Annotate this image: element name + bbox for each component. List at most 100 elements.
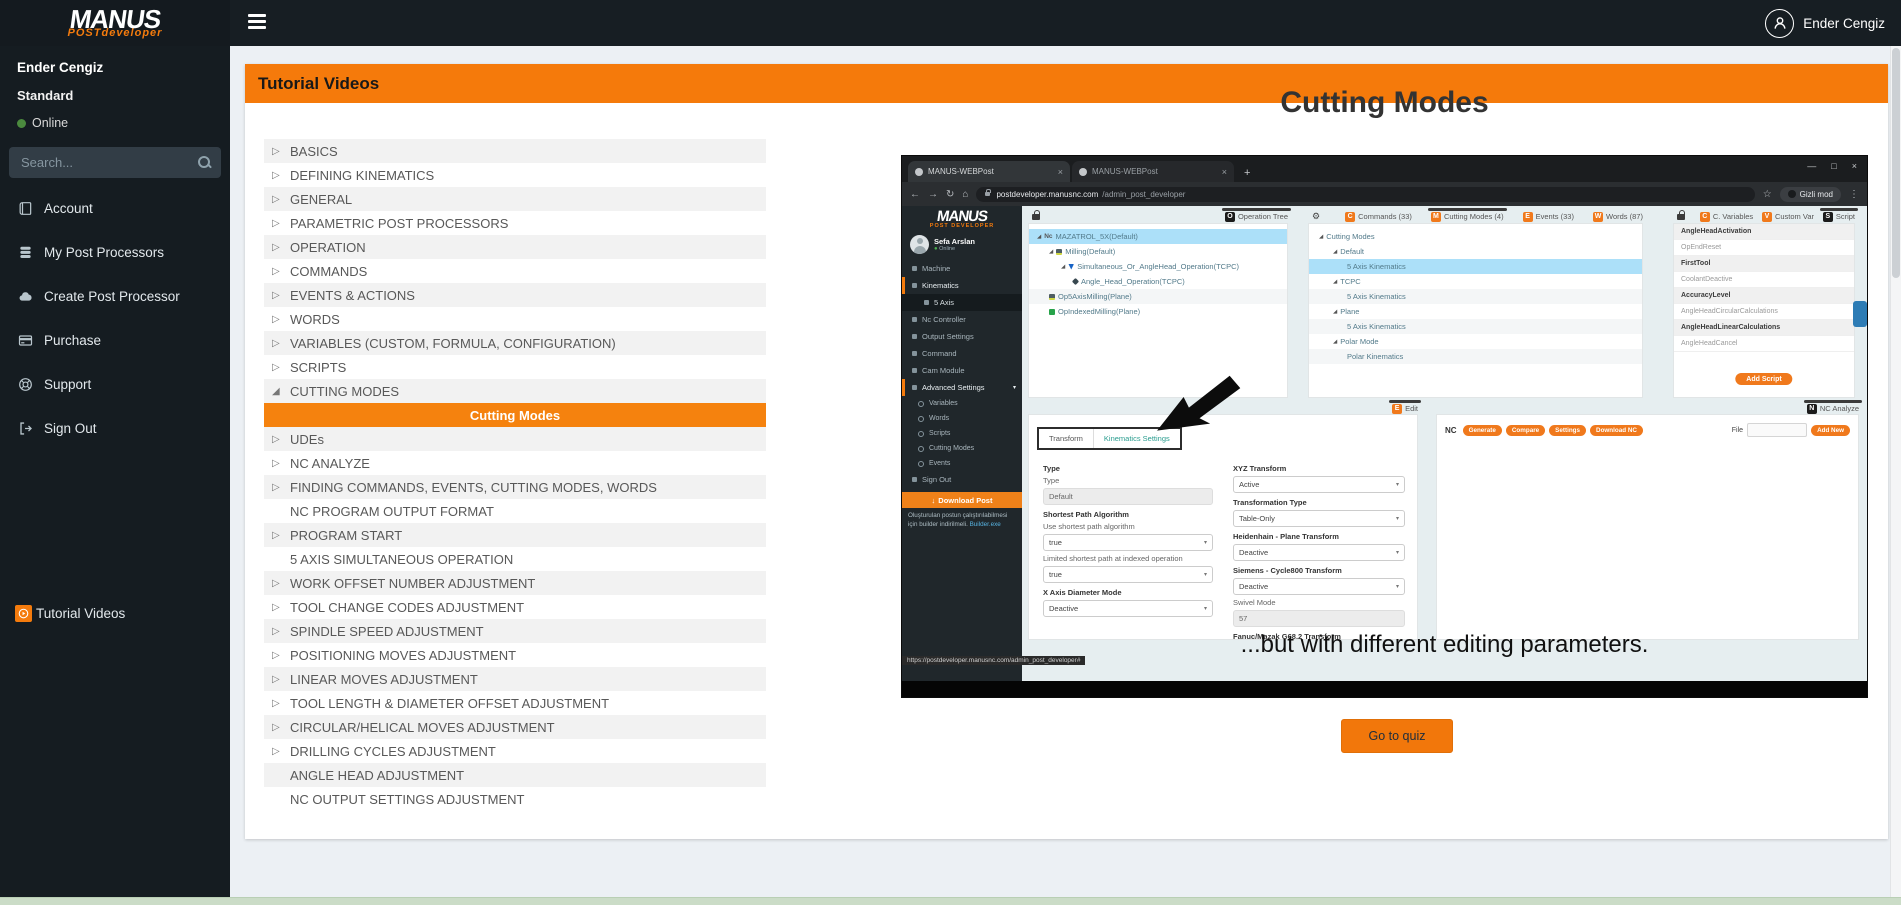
tutorial-topic-row[interactable]: ▷UDEs <box>264 427 766 451</box>
tutorial-topic-row[interactable]: ▷PROGRAM START <box>264 523 766 547</box>
topic-label: 5 AXIS SIMULTANEOUS OPERATION <box>290 552 513 567</box>
sidebar-item-tutorial-videos[interactable]: Tutorial Videos <box>0 598 230 628</box>
new-tab-icon: + <box>1244 167 1250 179</box>
file-label: File <box>1732 427 1743 434</box>
tutorial-topic-row[interactable]: ▷WORDS <box>264 307 766 331</box>
expander-icon[interactable]: ▷ <box>272 259 280 283</box>
nc-button-settings: Settings <box>1549 425 1586 436</box>
tutorial-lesson-row[interactable]: Cutting Modes <box>264 403 766 427</box>
expander-icon[interactable]: ▷ <box>272 619 280 643</box>
expander-icon[interactable]: ▷ <box>272 475 280 499</box>
video-nav-label: 5 Axis <box>934 298 954 307</box>
expander-icon[interactable]: ▷ <box>272 331 280 355</box>
sidebar-item-my-post-processors[interactable]: My Post Processors <box>0 230 230 274</box>
tutorial-topic-row[interactable]: ▷LINEAR MOVES ADJUSTMENT <box>264 667 766 691</box>
lesson-title: Cutting Modes <box>902 86 1867 120</box>
select-value: Deactive <box>1239 582 1268 591</box>
expander-icon[interactable]: ▷ <box>272 187 280 211</box>
tutorial-topic-row[interactable]: ▷DRILLING CYCLES ADJUSTMENT <box>264 739 766 763</box>
tutorial-topic-row[interactable]: ▷NC ANALYZE <box>264 451 766 475</box>
expander-icon[interactable]: ▷ <box>272 451 280 475</box>
tutorial-topic-row[interactable]: ▷PARAMETRIC POST PROCESSORS <box>264 211 766 235</box>
sidebar-item-create-post-processor[interactable]: Create Post Processor <box>0 274 230 318</box>
tutorial-topic-row[interactable]: ▷ WORK OFFSET NUMBER ADJUSTMENT <box>264 571 766 595</box>
expander-icon[interactable]: ▷ <box>272 571 280 595</box>
tutorial-topic-row[interactable]: ▷TOOL CHANGE CODES ADJUSTMENT <box>264 595 766 619</box>
tutorial-topic-row[interactable]: ▷POSITIONING MOVES ADJUSTMENT <box>264 643 766 667</box>
topic-label: EVENTS & ACTIONS <box>290 288 415 303</box>
tab-label: Words (87) <box>1606 212 1643 221</box>
tutorial-topic-row[interactable]: ▷ EVENTS & ACTIONS <box>264 283 766 307</box>
operation-tree-row: ◢Simultaneous_Or_AngleHead_Operation(TCP… <box>1029 259 1287 274</box>
page-scrollbar[interactable] <box>1890 46 1901 898</box>
tutorial-topic-row[interactable]: ◢ CUTTING MODES <box>264 379 766 403</box>
video-nav-cam-module: Cam Module <box>902 362 1022 379</box>
expander-icon: ◢ <box>1333 339 1337 345</box>
brand-logo[interactable]: MANUS POSTdeveloper <box>0 0 230 46</box>
variable-row: AngleHeadActivation <box>1674 224 1854 240</box>
tutorial-topic-row[interactable]: ▷COMMANDS <box>264 259 766 283</box>
search-input[interactable] <box>9 155 197 170</box>
book-icon <box>17 200 33 216</box>
sidebar-user-panel: Ender Cengiz Standard Online <box>0 46 230 130</box>
expander-icon[interactable]: ▷ <box>272 211 280 235</box>
tutorial-topic-row[interactable]: ▷OPERATION <box>264 235 766 259</box>
variable-row: AccuracyLevel <box>1674 288 1854 304</box>
tutorial-topic-row[interactable]: ▷VARIABLES (CUSTOM, FORMULA, CONFIGURATI… <box>264 331 766 355</box>
expander-icon[interactable]: ▷ <box>272 163 280 187</box>
tutorial-topic-row[interactable]: ▷SCRIPTS <box>264 355 766 379</box>
modes-tab-bar: ⚙CCommands (33)MCutting Modes (4)EEvents… <box>1308 207 1643 223</box>
expander-icon[interactable]: ▷ <box>272 307 280 331</box>
sidebar-item-purchase[interactable]: Purchase <box>0 318 230 362</box>
sidebar-item-account[interactable]: Account <box>0 186 230 230</box>
expander-icon[interactable]: ▷ <box>272 595 280 619</box>
scrollbar-thumb[interactable] <box>1892 48 1900 278</box>
expander-icon[interactable]: ▷ <box>272 427 280 451</box>
expander-icon[interactable]: ▷ <box>272 283 280 307</box>
tutorial-topic-row[interactable]: ▷SPINDLE SPEED ADJUSTMENT <box>264 619 766 643</box>
tutorial-topic-row[interactable]: ▷DEFINING KINEMATICS <box>264 163 766 187</box>
edit-panel: Transform Kinematics Settings TypeTypeDe… <box>1028 414 1418 640</box>
expander-icon[interactable]: ▷ <box>272 355 280 379</box>
expander-icon[interactable]: ▷ <box>272 739 280 763</box>
download-post-button: ↓ Download Post <box>902 492 1022 508</box>
tutorial-topic-row[interactable]: ▷GENERAL <box>264 187 766 211</box>
tutorial-video[interactable]: MANUS-WEBPost × MANUS-WEBPost × + — □ × <box>902 156 1867 697</box>
topic-label: CUTTING MODES <box>290 384 399 399</box>
expander-icon[interactable]: ▷ <box>272 667 280 691</box>
expander-icon[interactable]: ▷ <box>272 523 280 547</box>
topbar-user-menu[interactable]: Ender Cengiz <box>1765 0 1885 46</box>
expander-icon[interactable]: ▷ <box>272 715 280 739</box>
video-nav-output-settings: Output Settings <box>902 328 1022 345</box>
expander-icon[interactable]: ▷ <box>272 235 280 259</box>
tutorial-topic-row[interactable]: ▷TOOL LENGTH & DIAMETER OFFSET ADJUSTMEN… <box>264 691 766 715</box>
sidebar-nav: AccountMy Post ProcessorsCreate Post Pro… <box>0 186 230 450</box>
field-heading: XYZ Transform <box>1233 464 1405 473</box>
video-app-logo: MANUS POST DEVELOPER <box>902 206 1022 229</box>
expander-icon[interactable]: ▷ <box>272 691 280 715</box>
search-icon[interactable] <box>197 155 210 170</box>
caret-down-icon: ▾ <box>1204 605 1207 612</box>
topic-label: WORK OFFSET NUMBER ADJUSTMENT <box>290 576 535 591</box>
tab-badge-icon: S <box>1823 212 1833 222</box>
tutorial-topic-row[interactable]: ▷FINDING COMMANDS, EVENTS, CUTTING MODES… <box>264 475 766 499</box>
hamburger-menu-icon[interactable] <box>248 14 268 32</box>
sidebar-item-support[interactable]: Support <box>0 362 230 406</box>
tutorial-topic-row[interactable]: ▷CIRCULAR/HELICAL MOVES ADJUSTMENT <box>264 715 766 739</box>
url-host: postdeveloper.manusnc.com <box>996 190 1098 199</box>
tab-label: Custom Var <box>1775 212 1814 221</box>
tutorial-topic-row[interactable]: NC OUTPUT SETTINGS ADJUSTMENT <box>264 787 766 811</box>
incognito-icon <box>1788 190 1796 198</box>
field-input: Default <box>1043 488 1213 505</box>
sidebar-item-label: Purchase <box>44 333 101 348</box>
tutorial-topic-row[interactable]: ANGLE HEAD ADJUSTMENT <box>264 763 766 787</box>
tab-label: Script <box>1836 212 1855 221</box>
expander-icon[interactable]: ▷ <box>272 643 280 667</box>
go-to-quiz-button[interactable]: Go to quiz <box>1341 719 1453 753</box>
tutorial-topic-row[interactable]: ▷BASICS <box>264 139 766 163</box>
expander-icon[interactable]: ▷ <box>272 139 280 163</box>
sidebar-item-sign-out[interactable]: Sign Out <box>0 406 230 450</box>
tutorial-topic-row[interactable]: NC PROGRAM OUTPUT FORMAT <box>264 499 766 523</box>
tutorial-topic-row[interactable]: 5 AXIS SIMULTANEOUS OPERATION <box>264 547 766 571</box>
expander-icon[interactable]: ◢ <box>272 379 280 403</box>
